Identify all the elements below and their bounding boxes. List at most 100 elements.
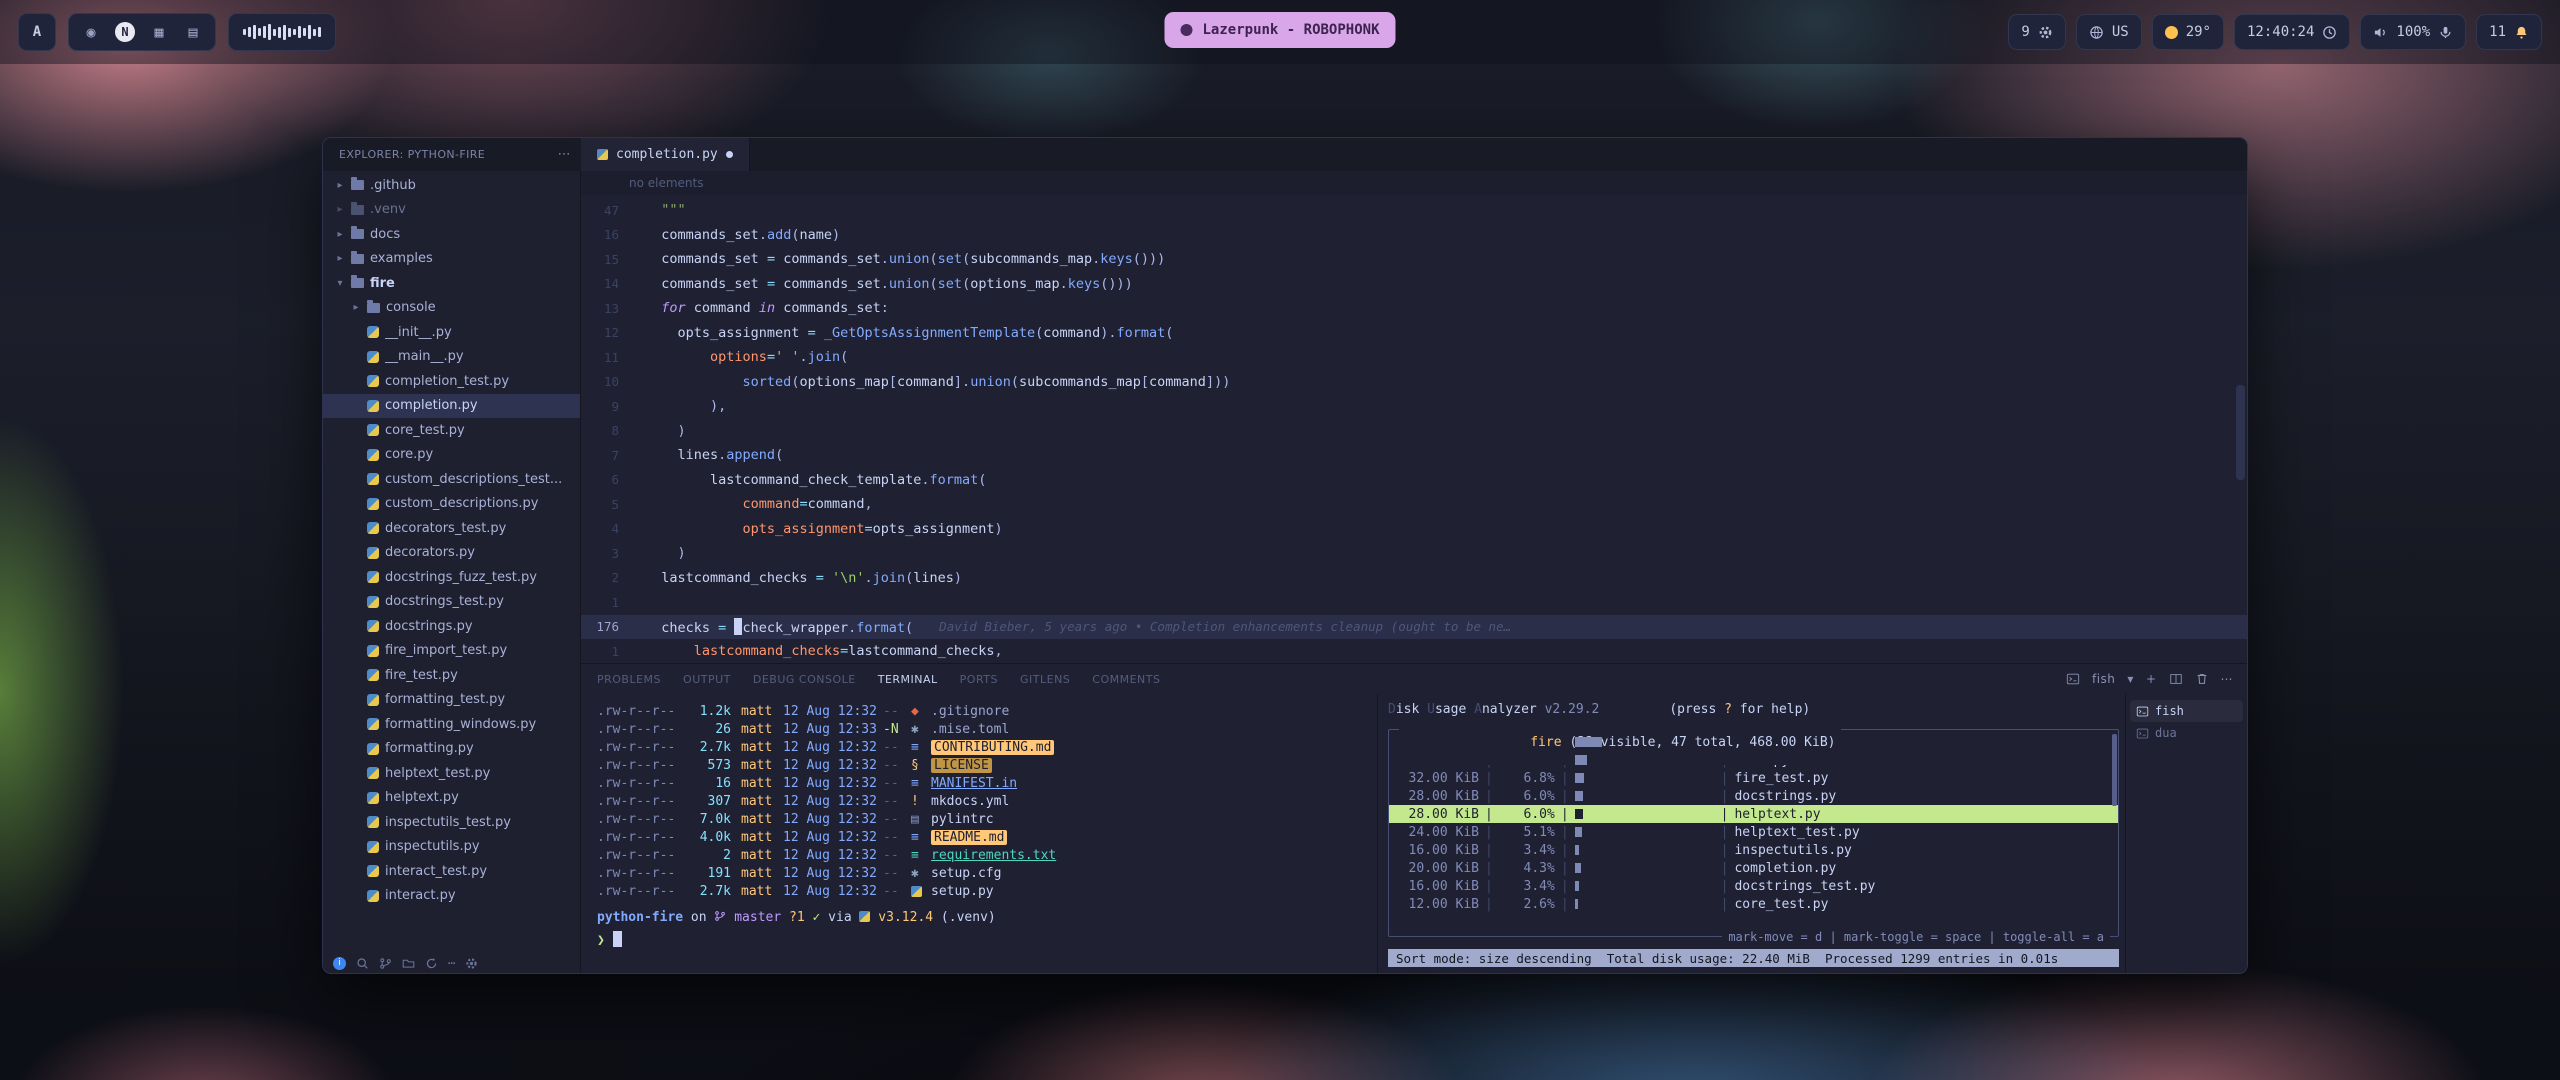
file-name[interactable]: MANIFEST.in [931,776,1017,791]
git-branch-icon[interactable] [379,957,392,970]
chevron-down-icon[interactable]: ▾ [2127,672,2134,686]
panel-tab-output[interactable]: OUTPUT [683,673,731,686]
tree-item-decorators_test.py[interactable]: decorators_test.py [323,516,580,541]
tree-item-examples[interactable]: ▸examples [323,247,580,272]
file-name[interactable]: pylintrc [931,812,994,827]
panel-tab-ports[interactable]: PORTS [960,673,998,686]
dua-scrollbar[interactable] [2112,734,2117,806]
tree-item-interact_test.py[interactable]: interact_test.py [323,859,580,884]
window-app-icon[interactable]: ▦ [149,22,169,42]
code-line[interactable]: 14 commands_set = commands_set.union(set… [581,272,2247,297]
file-name[interactable]: CONTRIBUTING.md [931,740,1054,755]
tab-completion-py[interactable]: completion.py [581,138,750,171]
tree-item-decorators.py[interactable]: decorators.py [323,541,580,566]
tree-item-formatting_test.py[interactable]: formatting_test.py [323,688,580,713]
folder-icon[interactable] [402,957,415,970]
code-line[interactable]: 7 lines.append( [581,443,2247,468]
panel-tab-problems[interactable]: PROBLEMS [597,673,661,686]
tree-item-inspectutils.py[interactable]: inspectutils.py [323,835,580,860]
tree-item-interact.py[interactable]: interact.py [323,884,580,909]
terminal-dua[interactable]: Disk Usage Analyzer v2.29.2(press ? for … [1377,694,2125,973]
code-line[interactable]: 11 options=' '.join( [581,345,2247,370]
tree-item-formatting_windows.py[interactable]: formatting_windows.py [323,712,580,737]
tree-item-docs[interactable]: ▸docs [323,222,580,247]
tree-item-.venv[interactable]: ▸.venv [323,198,580,223]
dua-entry-docstrings_test.py[interactable]: 16.00 KiB|3.4%||docstrings_test.py [1389,877,2118,895]
code-line[interactable]: 15 commands_set = commands_set.union(set… [581,247,2247,272]
keyboard-layout-pill[interactable]: US [2076,14,2142,50]
tree-item-core_test.py[interactable]: core_test.py [323,418,580,443]
code-line[interactable]: 13 for command in commands_set: [581,296,2247,321]
tree-item-fire_import_test.py[interactable]: fire_import_test.py [323,639,580,664]
file-name[interactable]: README.md [931,830,1007,845]
explorer-more-button[interactable]: ⋯ [558,147,571,162]
n-app-icon[interactable]: N [115,22,135,42]
split-terminal-icon[interactable] [2169,672,2183,686]
tree-item-docstrings.py[interactable]: docstrings.py [323,614,580,639]
code-line[interactable]: 8 ) [581,419,2247,444]
dua-entry-docstrings.py[interactable]: 28.00 KiB|6.0%||docstrings.py [1389,787,2118,805]
panel-tab-comments[interactable]: COMMENTS [1092,673,1160,686]
file-name[interactable]: requirements.txt [931,848,1056,863]
trash-icon[interactable] [2195,672,2209,686]
modified-dot-icon[interactable] [726,151,733,158]
tree-item-fire[interactable]: ▾fire [323,271,580,296]
new-terminal-button[interactable]: + [2146,672,2157,686]
code-line[interactable]: 9 ), [581,394,2247,419]
now-playing-pill[interactable]: Lazerpunk - ROBOPHONK [1164,12,1395,48]
tree-item-inspectutils_test.py[interactable]: inspectutils_test.py [323,810,580,835]
tree-item-__init__.py[interactable]: __init__.py [323,320,580,345]
terminal-profile-label[interactable]: fish [2092,672,2115,686]
dua-entry-fire_test.py[interactable]: 32.00 KiB|6.8%||fire_test.py [1389,769,2118,787]
tree-item-custom_descriptions_test...[interactable]: custom_descriptions_test... [323,467,580,492]
breadcrumb[interactable]: no elements [581,171,2247,195]
code-line[interactable]: 5 command=command, [581,492,2247,517]
search-icon[interactable] [356,957,369,970]
code-editor[interactable]: 47 """16 commands_set.add(name)15 comman… [581,195,2247,663]
notifications-pill[interactable]: 11 [2476,14,2542,50]
editor-scrollbar[interactable] [2236,385,2245,480]
file-name[interactable]: .gitignore [931,704,1009,719]
terminal-cursor[interactable] [613,931,622,947]
more-icon[interactable]: ⋯ [448,956,455,970]
volume-pill[interactable]: 100% [2360,14,2466,50]
code-line[interactable]: 47 """ [581,198,2247,223]
code-line[interactable]: 10 sorted(options_map[command].union(sub… [581,370,2247,395]
audio-visualizer[interactable] [228,13,336,51]
sync-icon[interactable] [425,957,438,970]
file-name[interactable]: LICENSE [931,758,992,773]
clock-pill[interactable]: 12:40:24 [2234,14,2350,50]
tree-item-formatting.py[interactable]: formatting.py [323,737,580,762]
file-name[interactable]: setup.cfg [931,866,1001,881]
tree-item-core.py[interactable]: core.py [323,443,580,468]
file-app-icon[interactable]: ▤ [183,22,203,42]
tree-item-custom_descriptions.py[interactable]: custom_descriptions.py [323,492,580,517]
dua-entry-core_test.py[interactable]: 12.00 KiB|2.6%||core_test.py [1389,895,2118,913]
dua-entry-inspectutils.py[interactable]: 16.00 KiB|3.4%||inspectutils.py [1389,841,2118,859]
panel-tab-gitlens[interactable]: GITLENS [1020,673,1070,686]
remote-indicator[interactable]: i [333,957,346,970]
terminal-session-fish[interactable]: fish [2130,700,2243,722]
panel-tab-debug-console[interactable]: DEBUG CONSOLE [753,673,856,686]
dua-entry-helptext_test.py[interactable]: 24.00 KiB|5.1%||helptext_test.py [1389,823,2118,841]
weather-pill[interactable]: 29° [2152,14,2224,50]
tree-item-completion_test.py[interactable]: completion_test.py [323,369,580,394]
tree-item-__main__.py[interactable]: __main__.py [323,345,580,370]
dua-entry-completion.py[interactable]: 20.00 KiB|4.3%||completion.py [1389,859,2118,877]
dua-entry-helptext.py[interactable]: 28.00 KiB|6.0%||helptext.py [1389,805,2118,823]
file-name[interactable]: mkdocs.yml [931,794,1009,809]
gear-icon[interactable] [465,957,478,970]
terminal-session-dua[interactable]: dua [2130,722,2243,744]
tree-item-docstrings_test.py[interactable]: docstrings_test.py [323,590,580,615]
panel-tab-terminal[interactable]: TERMINAL [878,673,938,686]
tree-item-console[interactable]: ▸console [323,296,580,321]
tree-item-.github[interactable]: ▸.github [323,173,580,198]
circle-app-icon[interactable]: ◉ [81,22,101,42]
launcher-button[interactable]: A [18,13,56,51]
code-line[interactable]: 1 lastcommand_checks=lastcommand_checks, [581,639,2247,663]
tree-item-helptext.py[interactable]: helptext.py [323,786,580,811]
file-name[interactable]: setup.py [931,884,994,899]
code-line[interactable]: 12 opts_assignment = _GetOptsAssignmentT… [581,321,2247,346]
code-line[interactable]: 4 opts_assignment=opts_assignment) [581,517,2247,542]
terminal-fish[interactable]: .rw-r--r--1.2kmatt12 Aug 12:32--◆.gitign… [581,694,1377,973]
